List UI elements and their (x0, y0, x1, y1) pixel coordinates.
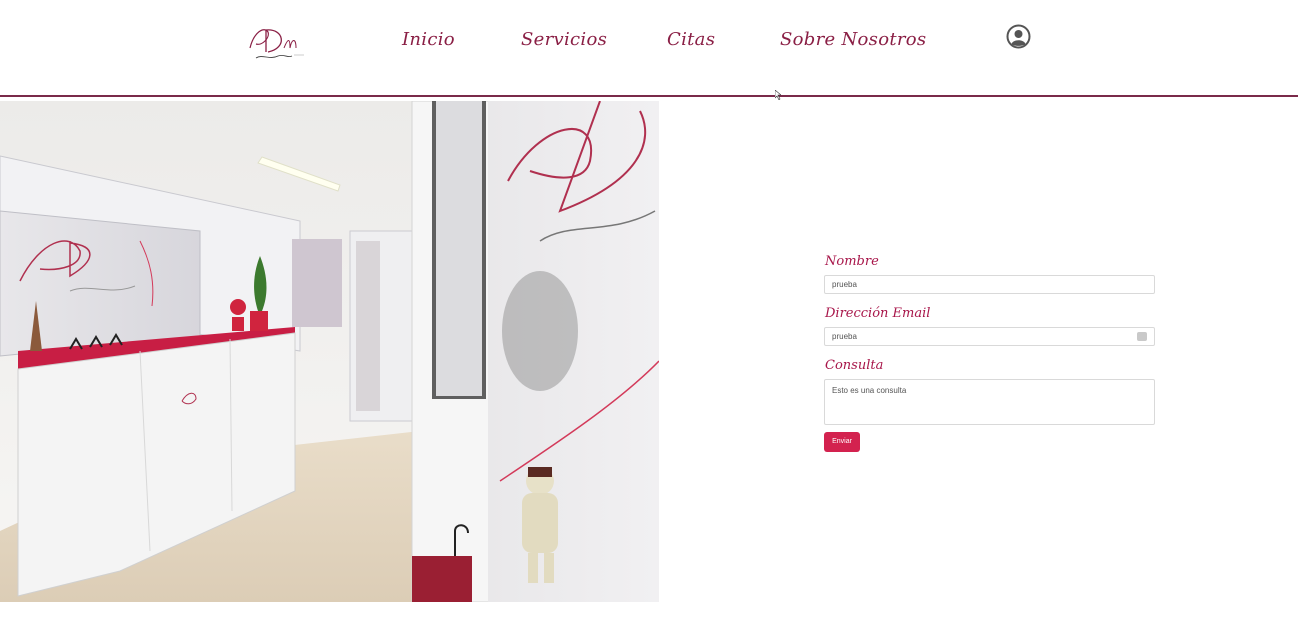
email-label: Dirección Email (825, 306, 931, 321)
query-label: Consulta (825, 358, 884, 373)
office-photo-illustration (0, 101, 659, 602)
name-input[interactable]: prueba (824, 275, 1155, 294)
logo[interactable] (244, 22, 308, 64)
query-textarea[interactable]: Esto es una consulta (824, 379, 1155, 425)
office-interior-photo (0, 101, 659, 602)
autofill-key-icon[interactable] (1137, 332, 1147, 341)
site-header: Inicio Servicios Citas Sobre Nosotros (0, 0, 1298, 97)
nav-inicio[interactable]: Inicio (402, 29, 455, 50)
header-divider (0, 95, 1298, 97)
name-label: Nombre (825, 254, 879, 269)
nav-sobre-nosotros[interactable]: Sobre Nosotros (780, 29, 926, 50)
user-circle-icon[interactable] (1006, 24, 1031, 49)
email-input[interactable]: prueba (824, 327, 1155, 346)
email-input-value: prueba (832, 332, 857, 341)
nav-servicios[interactable]: Servicios (521, 29, 607, 50)
mouse-cursor-icon (775, 90, 781, 100)
submit-button[interactable]: Enviar (824, 432, 860, 452)
nav-citas[interactable]: Citas (667, 29, 715, 50)
